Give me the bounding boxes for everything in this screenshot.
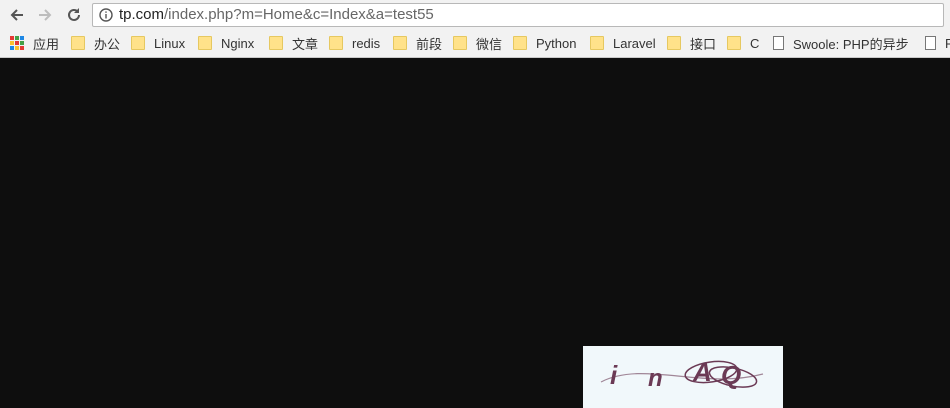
- bookmark-label: Swoole: PHP的异步: [793, 36, 909, 52]
- browser-chrome: tp.com/index.php?m=Home&c=Index&a=test55…: [0, 0, 950, 58]
- bookmark-folder[interactable]: 微信: [453, 31, 502, 55]
- bookmark-folder[interactable]: Linux: [131, 31, 185, 55]
- bookmark-label: 前段: [416, 36, 443, 52]
- folder-icon: [453, 36, 467, 50]
- folder-icon: [513, 36, 527, 50]
- bookmark-label: 应用: [33, 36, 60, 52]
- bookmark-folder[interactable]: C: [727, 31, 759, 55]
- bookmark-label: Python: [536, 35, 577, 51]
- captcha-char: A: [692, 357, 712, 387]
- folder-icon: [198, 36, 212, 50]
- forward-button[interactable]: [34, 4, 56, 26]
- bookmarks-bar: 应用 办公 Linux Nginx 文章 redis 前段 微信 Python …: [0, 31, 950, 55]
- bookmark-label: Nginx: [221, 35, 255, 51]
- reload-icon: [68, 8, 80, 21]
- bookmark-folder[interactable]: Nginx: [198, 31, 254, 55]
- bookmark-label: Linux: [154, 35, 186, 51]
- bookmark-label: Laravel: [613, 35, 656, 51]
- folder-icon: [131, 36, 145, 50]
- folder-icon: [269, 36, 283, 50]
- folder-icon: [71, 36, 85, 50]
- reload-button[interactable]: [63, 4, 85, 26]
- page-icon: [925, 36, 936, 50]
- apps-grid-icon: [10, 36, 24, 50]
- captcha-svg: i n A Q: [600, 357, 764, 392]
- bookmark-folder[interactable]: Laravel: [590, 31, 656, 55]
- url-text[interactable]: tp.com/index.php?m=Home&c=Index&a=test55: [119, 6, 434, 24]
- captcha-image: i n A Q: [583, 346, 783, 408]
- bookmark-folder[interactable]: redis: [329, 31, 380, 55]
- captcha-char: n: [648, 365, 663, 392]
- bookmark-label: redis: [352, 35, 381, 51]
- bookmark-folder[interactable]: 前段: [393, 31, 442, 55]
- arrow-left-icon: [10, 9, 23, 21]
- folder-icon: [727, 36, 741, 50]
- bookmark-page[interactable]: R: [925, 31, 950, 55]
- bookmark-label: R: [945, 35, 950, 51]
- bookmark-label: C: [750, 35, 760, 51]
- bookmark-folder[interactable]: 办公: [71, 31, 120, 55]
- page-icon: [773, 36, 784, 50]
- bookmark-folder[interactable]: Python: [513, 31, 576, 55]
- bookmark-label: 办公: [94, 36, 121, 52]
- captcha-char: Q: [721, 360, 741, 390]
- bookmark-label: 接口: [690, 36, 717, 52]
- folder-icon: [590, 36, 604, 50]
- bookmark-folder[interactable]: 文章: [269, 31, 318, 55]
- url-path: /index.php?m=Home&c=Index&a=test55: [164, 6, 434, 23]
- back-button[interactable]: [6, 4, 28, 26]
- folder-icon: [667, 36, 681, 50]
- bookmark-folder[interactable]: 接口: [667, 31, 716, 55]
- captcha-char: i: [610, 360, 618, 390]
- info-icon[interactable]: [99, 8, 113, 22]
- address-bar[interactable]: tp.com/index.php?m=Home&c=Index&a=test55: [92, 3, 944, 27]
- arrow-right-icon: [39, 9, 52, 21]
- url-host: tp.com: [119, 6, 165, 23]
- bookmark-label: 文章: [292, 36, 319, 52]
- bookmark-page[interactable]: Swoole: PHP的异步: [773, 31, 909, 55]
- folder-icon: [329, 36, 343, 50]
- folder-icon: [393, 36, 407, 50]
- bookmark-label: 微信: [476, 36, 503, 52]
- bookmark-apps[interactable]: 应用: [10, 31, 59, 55]
